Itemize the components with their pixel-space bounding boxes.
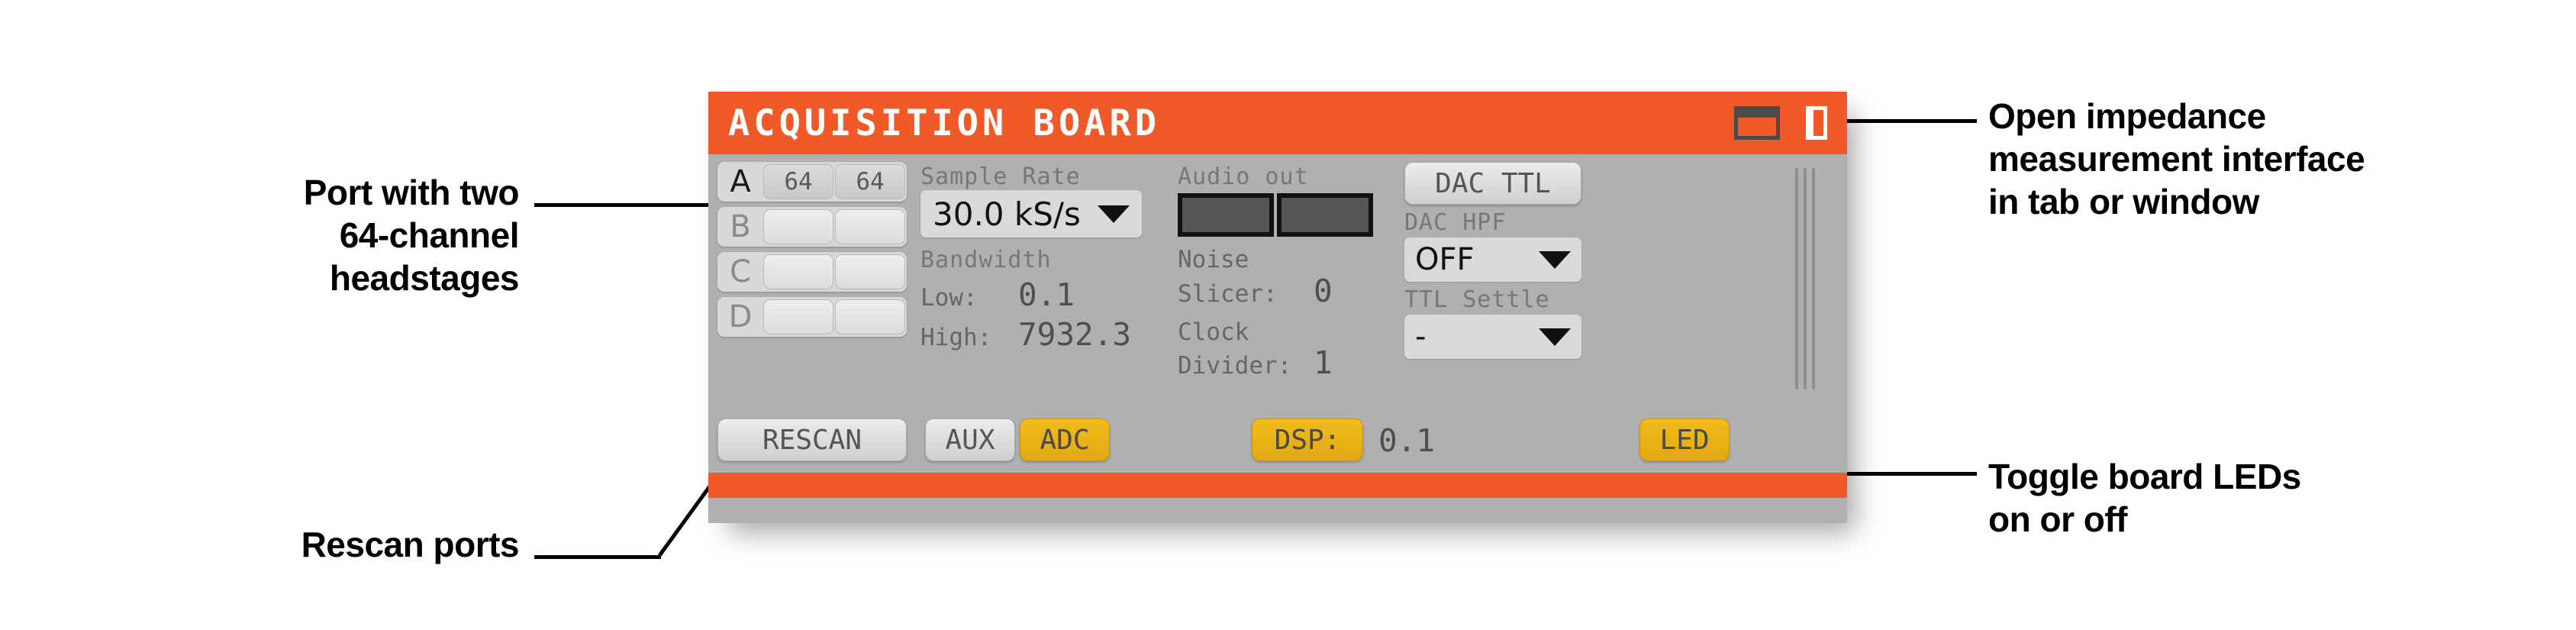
port-row-a[interactable]: A 64 64 bbox=[717, 162, 907, 202]
port-list: A 64 64 B C D bbox=[717, 162, 907, 342]
bandwidth-low-label: Low: bbox=[920, 284, 978, 312]
dac-hpf-label: DAC HPF bbox=[1404, 209, 1507, 236]
annotation-rescan-text: Rescan ports bbox=[301, 525, 520, 564]
port-letter: D bbox=[728, 299, 753, 334]
annotation-rescan: Rescan ports bbox=[122, 523, 520, 566]
clock-divider-label-line2: Divider: bbox=[1178, 352, 1292, 380]
port-letter: A bbox=[730, 164, 751, 199]
sample-rate-value: 30.0 kS/s bbox=[933, 195, 1081, 233]
sample-rate-section: Sample Rate 30.0 kS/s Bandwidth Low: 0.1… bbox=[920, 163, 1142, 353]
audio-out-channel-left[interactable] bbox=[1178, 193, 1274, 237]
bandwidth-high-row: High: 7932.3 bbox=[920, 316, 1142, 353]
noise-slicer-label-line2: Slicer: bbox=[1178, 279, 1278, 308]
headstage-slot[interactable] bbox=[835, 254, 905, 289]
led-button[interactable]: LED bbox=[1639, 418, 1730, 461]
audio-out-label: Audio out bbox=[1178, 163, 1309, 190]
headstage-slot[interactable] bbox=[835, 299, 905, 334]
resize-grip-handle[interactable] bbox=[1795, 168, 1815, 389]
headstage-slot[interactable] bbox=[763, 299, 833, 334]
chevron-down-icon bbox=[1539, 328, 1571, 346]
bandwidth-label: Bandwidth bbox=[920, 247, 1052, 273]
bottom-button-row: RESCAN AUX ADC DSP: 0.1 LED bbox=[717, 418, 1786, 463]
clock-divider-label-line1: Clock bbox=[1178, 318, 1249, 346]
headstage-slot[interactable] bbox=[835, 209, 905, 244]
bandwidth-high-value[interactable]: 7932.3 bbox=[1018, 316, 1131, 353]
ttl-settle-value: - bbox=[1415, 319, 1427, 354]
grip-line bbox=[1804, 168, 1807, 389]
rescan-button[interactable]: RESCAN bbox=[717, 418, 907, 461]
ttl-settle-dropdown[interactable]: - bbox=[1404, 315, 1581, 359]
annotation-port-text: Port with two 64-channel headstages bbox=[303, 173, 520, 299]
audio-out-section: Audio out Noise Slicer: 0 Clock Divider:… bbox=[1178, 163, 1382, 381]
panel-body: A 64 64 B C D Sample Rate 30.0 kS/s Band… bbox=[708, 154, 1847, 498]
bandwidth-high-label: High: bbox=[920, 324, 992, 351]
port-letter: B bbox=[730, 209, 751, 244]
headstage-slot[interactable] bbox=[763, 254, 833, 289]
port-letter: C bbox=[730, 254, 751, 289]
noise-slicer-label-line1: Noise bbox=[1178, 246, 1249, 273]
sample-rate-dropdown[interactable]: 30.0 kS/s bbox=[920, 190, 1142, 237]
window-icon[interactable] bbox=[1806, 106, 1827, 140]
headstage-slot[interactable]: 64 bbox=[835, 164, 905, 199]
panel-footer-strip bbox=[708, 473, 1847, 498]
dac-ttl-button[interactable]: DAC TTL bbox=[1404, 162, 1581, 205]
port-row-c[interactable]: C bbox=[717, 252, 907, 292]
annotation-impedance: Open impedance measurement interface in … bbox=[1988, 95, 2553, 223]
clock-divider-row: Divider: 1 bbox=[1178, 344, 1382, 381]
ttl-settle-label: TTL Settle bbox=[1404, 286, 1550, 313]
dsp-value[interactable]: 0.1 bbox=[1378, 422, 1435, 459]
grip-line bbox=[1795, 168, 1798, 389]
annotation-led-text: Toggle board LEDs on or off bbox=[1988, 457, 2301, 540]
dac-hpf-value: OFF bbox=[1415, 242, 1475, 277]
panel-titlebar: ACQUISITION BOARD bbox=[708, 92, 1847, 154]
headstage-slot[interactable]: 64 bbox=[763, 164, 833, 199]
tab-icon[interactable] bbox=[1734, 106, 1780, 140]
port-row-b[interactable]: B bbox=[717, 207, 907, 247]
dac-section: DAC TTL DAC HPF OFF TTL Settle - bbox=[1404, 162, 1581, 359]
chevron-down-icon bbox=[1539, 250, 1571, 269]
panel-title: ACQUISITION BOARD bbox=[728, 102, 1161, 144]
audio-out-channel-right[interactable] bbox=[1277, 193, 1373, 237]
noise-slicer-section: Noise Slicer: 0 bbox=[1178, 247, 1382, 309]
adc-button[interactable]: ADC bbox=[1020, 418, 1110, 461]
sample-rate-label: Sample Rate bbox=[920, 163, 1081, 190]
port-row-d[interactable]: D bbox=[717, 297, 907, 337]
noise-slicer-row: Slicer: 0 bbox=[1178, 273, 1382, 309]
annotation-led: Toggle board LEDs on or off bbox=[1988, 455, 2553, 541]
headstage-slot[interactable] bbox=[763, 209, 833, 244]
grip-line bbox=[1812, 168, 1815, 389]
leader-line-port bbox=[534, 203, 713, 207]
clock-divider-section: Clock Divider: 1 bbox=[1178, 318, 1382, 381]
acquisition-board-panel: ACQUISITION BOARD A 64 64 B C D Sample R… bbox=[708, 92, 1847, 523]
audio-out-channels bbox=[1178, 193, 1382, 237]
titlebar-icon-group bbox=[1734, 106, 1827, 140]
clock-divider-value[interactable]: 1 bbox=[1314, 344, 1333, 381]
leader-line-rescan bbox=[534, 555, 661, 559]
annotation-impedance-text: Open impedance measurement interface in … bbox=[1988, 96, 2365, 222]
dsp-button[interactable]: DSP: bbox=[1252, 418, 1363, 461]
annotation-port: Port with two 64-channel headstages bbox=[122, 171, 520, 299]
noise-slicer-value[interactable]: 0 bbox=[1314, 273, 1333, 309]
chevron-down-icon bbox=[1098, 205, 1130, 223]
dac-hpf-dropdown[interactable]: OFF bbox=[1404, 237, 1581, 282]
bandwidth-low-row: Low: 0.1 bbox=[920, 276, 1142, 313]
bandwidth-low-value[interactable]: 0.1 bbox=[1018, 276, 1075, 313]
aux-button[interactable]: AUX bbox=[925, 418, 1015, 461]
